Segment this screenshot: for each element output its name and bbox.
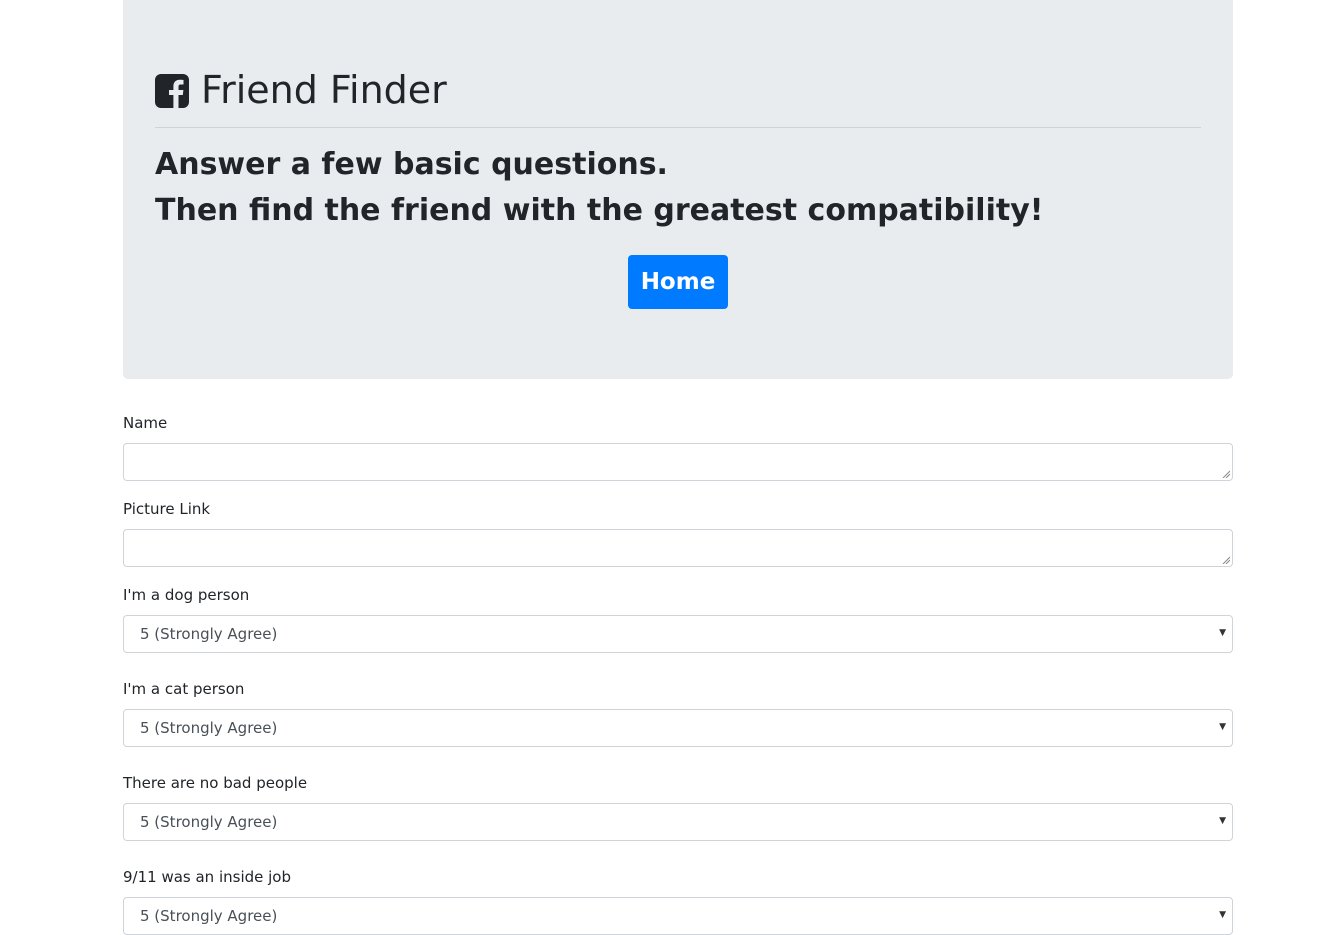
intro-line-1: Answer a few basic questions. (155, 147, 668, 182)
hero-jumbotron: Friend Finder Answer a few basic questio… (123, 0, 1233, 379)
resize-grip-icon[interactable] (1222, 556, 1230, 564)
question-2-select[interactable]: 5 (Strongly Agree) ▼ (123, 709, 1233, 747)
question-4-label: 9/11 was an inside job (123, 868, 292, 886)
picture-link-label: Picture Link (123, 500, 211, 518)
home-button[interactable]: Home (628, 255, 728, 309)
page-title: Friend Finder (201, 68, 447, 112)
question-3-select[interactable]: 5 (Strongly Agree) ▼ (123, 803, 1233, 841)
chevron-down-icon: ▼ (1219, 722, 1226, 732)
intro-text: Answer a few basic questions. Then find … (155, 142, 1201, 234)
name-input[interactable] (123, 443, 1233, 481)
chevron-down-icon: ▼ (1219, 816, 1226, 826)
facebook-square-icon (155, 74, 189, 108)
question-2-selected-value: 5 (Strongly Agree) (140, 719, 278, 737)
chevron-down-icon: ▼ (1219, 628, 1226, 638)
title-row: Friend Finder (155, 66, 1201, 114)
chevron-down-icon: ▼ (1219, 910, 1226, 920)
question-3-selected-value: 5 (Strongly Agree) (140, 813, 278, 831)
resize-grip-icon[interactable] (1222, 470, 1230, 478)
question-1-label: I'm a dog person (123, 586, 250, 604)
header-divider (155, 127, 1201, 128)
question-4-select[interactable]: 5 (Strongly Agree) ▼ (123, 897, 1233, 935)
main-container: Friend Finder Answer a few basic questio… (123, 0, 1233, 935)
question-4-selected-value: 5 (Strongly Agree) (140, 907, 278, 925)
question-2-label: I'm a cat person (123, 680, 245, 698)
question-1-select[interactable]: 5 (Strongly Agree) ▼ (123, 615, 1233, 653)
question-1-selected-value: 5 (Strongly Agree) (140, 625, 278, 643)
question-3-label: There are no bad people (123, 774, 308, 792)
picture-link-input[interactable] (123, 529, 1233, 567)
name-label: Name (123, 414, 168, 432)
intro-line-2: Then find the friend with the greatest c… (155, 193, 1044, 228)
